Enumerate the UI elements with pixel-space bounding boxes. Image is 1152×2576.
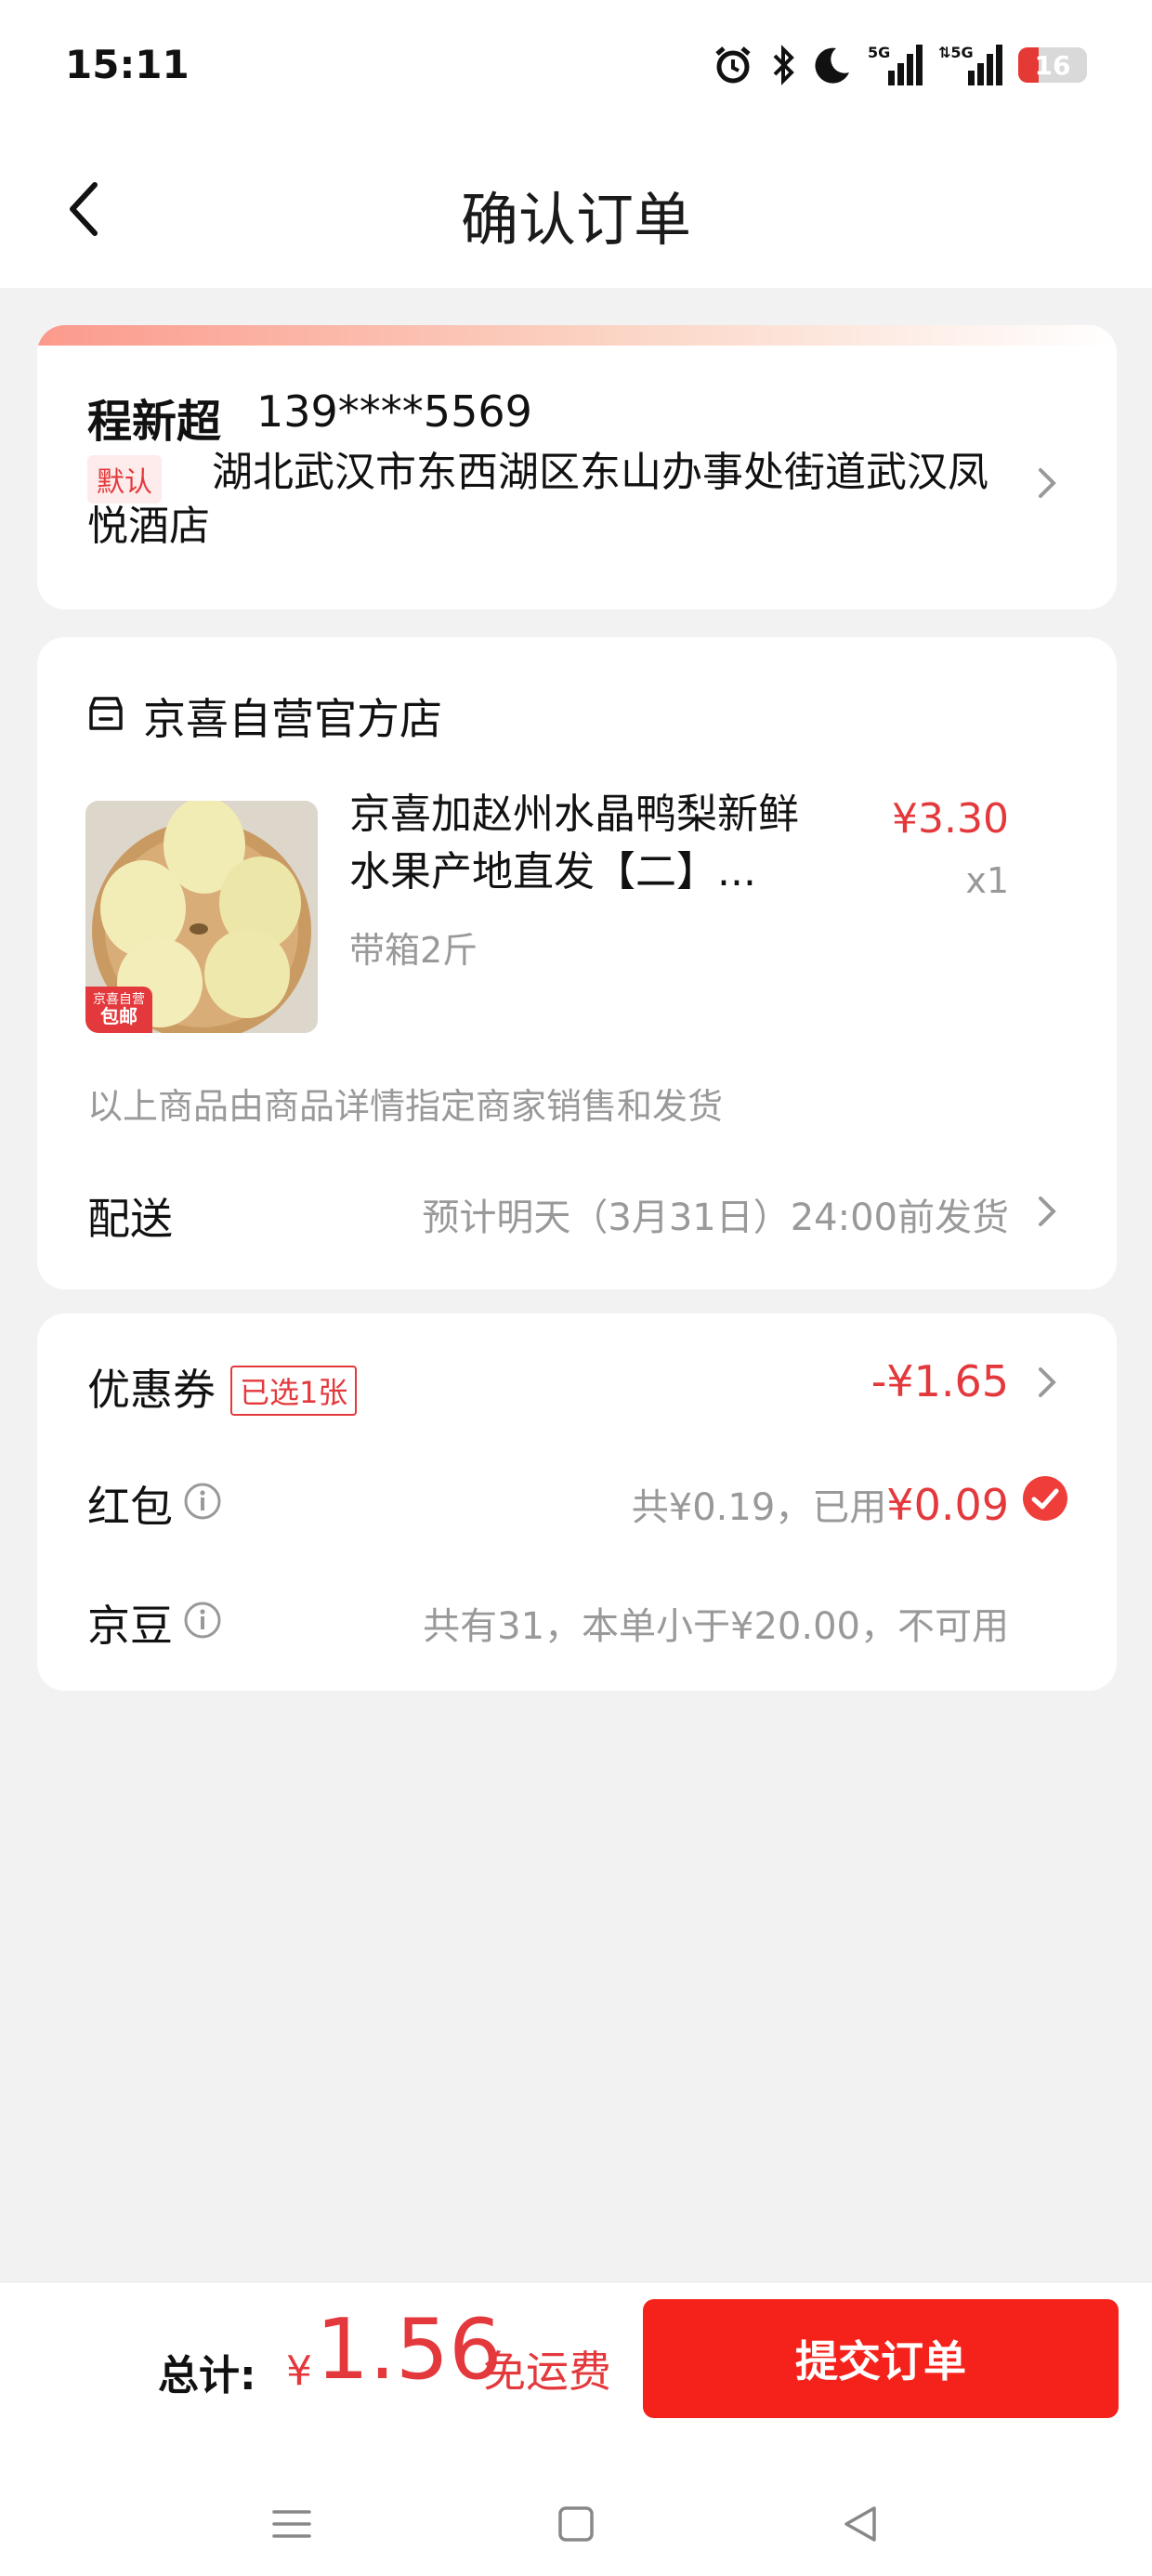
coupon-selected-tag: 已选1张: [230, 1366, 358, 1416]
product-image[interactable]: 京喜自营 包邮: [85, 801, 318, 1033]
submit-order-button[interactable]: 提交订单: [643, 2299, 1119, 2418]
delivery-value[interactable]: 预计明天（3月31日）24:00前发货: [422, 1187, 1009, 1241]
address-card-gradient: [37, 325, 1117, 346]
info-icon[interactable]: [182, 1481, 223, 1522]
product-spec: 带箱2斤: [349, 930, 478, 971]
promo-badge: 京喜自营 包邮: [85, 987, 152, 1033]
default-address-tag: 默认: [87, 455, 162, 503]
do-not-disturb-icon: [812, 45, 853, 85]
seller-note: 以上商品由商品详情指定商家销售和发货: [87, 1086, 724, 1127]
chevron-right-icon: [1033, 464, 1061, 502]
alarm-icon: [712, 44, 754, 86]
hongbao-summary: 共¥0.19，已用¥0.09: [632, 1477, 1009, 1531]
battery-level: 16: [1034, 49, 1071, 81]
bluetooth-icon: [769, 44, 797, 86]
address-card[interactable]: 程新超 139****5569 湖北武汉市东西湖区东山办事处街道武汉凤悦酒店 默…: [37, 325, 1117, 609]
page-title: 确认订单: [460, 186, 691, 254]
total-currency: ¥: [286, 2347, 312, 2395]
store-name[interactable]: 京喜自营官方店: [143, 686, 442, 747]
menu-icon[interactable]: [264, 2496, 320, 2552]
5g-signal-icon: 5G: [868, 43, 923, 87]
5g-signal-icon: ⇅5G: [938, 43, 1003, 87]
coupon-label[interactable]: 优惠券: [87, 1356, 216, 1418]
header: 确认订单: [0, 139, 1152, 288]
receiver-phone: 139****5569: [256, 386, 532, 437]
total-label: 总计:: [158, 2352, 256, 2399]
store-icon: [85, 693, 126, 734]
chevron-right-icon[interactable]: [1033, 1364, 1061, 1401]
hongbao-used-amount: ¥0.09: [886, 1480, 1009, 1530]
bottom-bar: 总计: ¥ 1.56 免运费 提交订单: [0, 2282, 1152, 2576]
free-shipping-label: 免运费: [483, 2347, 611, 2397]
discount-card: 优惠券 已选1张 -¥1.65 红包 共¥0.19，已用¥0.09 京豆 共有3…: [37, 1314, 1117, 1691]
home-icon[interactable]: [548, 2496, 604, 2552]
address-detail: 湖北武汉市东西湖区东山办事处街道武汉凤悦酒店: [87, 449, 988, 550]
jingdou-summary: 共有31，本单小于¥20.00，不可用: [423, 1605, 1009, 1648]
svg-text:⇅5G: ⇅5G: [938, 44, 974, 61]
status-icons: 5G ⇅5G 16: [712, 37, 1087, 93]
info-icon[interactable]: [182, 1600, 223, 1641]
jingdou-label: 京豆: [87, 1601, 173, 1651]
status-bar: 15:11 5G ⇅5G 16: [0, 0, 1152, 139]
check-circle-icon[interactable]: [1022, 1475, 1068, 1522]
product-quantity: x1: [965, 860, 1009, 901]
hongbao-label: 红包: [87, 1482, 173, 1532]
delivery-label[interactable]: 配送: [87, 1185, 173, 1247]
product-title[interactable]: 京喜加赵州水晶鸭梨新鲜水果产地直发【二】...: [349, 786, 832, 901]
total-amount: 1.56: [316, 2301, 503, 2399]
svg-text:5G: 5G: [868, 44, 890, 61]
chevron-right-icon[interactable]: [1033, 1193, 1061, 1230]
receiver-name: 程新超: [87, 396, 222, 448]
back-triangle-icon[interactable]: [832, 2496, 888, 2552]
promo-badge-line2: 包邮: [100, 1004, 137, 1027]
order-card: 京喜自营官方店 京喜自营 包邮 京喜加赵州水晶鸭梨新鲜水果产地直发【二】... …: [37, 637, 1117, 1289]
coupon-value[interactable]: -¥1.65: [871, 1356, 1009, 1406]
status-time: 15:11: [65, 42, 190, 87]
product-price: ¥3.30: [892, 795, 1009, 843]
system-navigation-bar: [0, 2478, 1152, 2561]
battery-icon: 16: [1018, 47, 1087, 83]
hongbao-total: 共¥0.19，已用: [631, 1486, 887, 1529]
